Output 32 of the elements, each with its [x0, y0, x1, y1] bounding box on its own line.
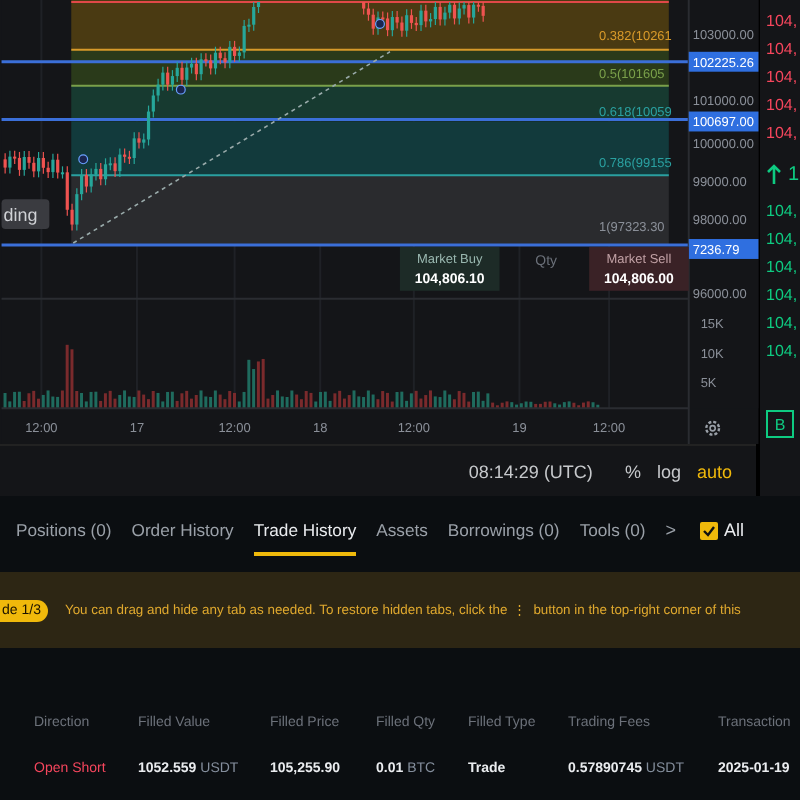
buy-badge: B [766, 410, 794, 438]
point-marker [78, 154, 89, 165]
bid-price: 104, [766, 314, 800, 336]
bid-price: 104, [766, 258, 800, 280]
up-arrow-icon [766, 164, 782, 184]
more-tabs-button[interactable]: > [665, 520, 677, 540]
tab[interactable]: Trade History [253, 504, 357, 556]
scale-option[interactable]: auto [696, 461, 732, 482]
checkbox[interactable] [700, 521, 719, 539]
last-price: 1 [788, 163, 800, 185]
ask-price: 104, [766, 96, 800, 118]
point-marker [375, 18, 385, 29]
ask-price: 104, [766, 124, 800, 146]
clock-text: 08:14:29 (UTC) [468, 461, 593, 482]
settings-icon[interactable] [705, 420, 721, 436]
tab[interactable]: Order History [131, 504, 234, 556]
filter-label: All [724, 520, 745, 540]
ask-price: 104, [766, 12, 800, 34]
tab[interactable]: Assets [376, 504, 428, 556]
tab[interactable]: Borrowings (0) [447, 504, 560, 556]
bid-price: 104, [766, 230, 800, 252]
point-marker [175, 84, 186, 95]
chart-tag: ding [1, 199, 50, 230]
bid-price: 104, [766, 342, 800, 364]
bid-price: 104, [766, 286, 800, 308]
bid-price: 104, [766, 202, 800, 224]
scale-option[interactable]: log [656, 461, 681, 482]
ask-price: 104, [766, 40, 800, 62]
ask-price: 104, [766, 68, 800, 90]
tab[interactable]: Tools (0) [579, 504, 646, 556]
tab[interactable]: Positions (0) [16, 504, 112, 556]
scale-option[interactable]: % [624, 461, 641, 482]
